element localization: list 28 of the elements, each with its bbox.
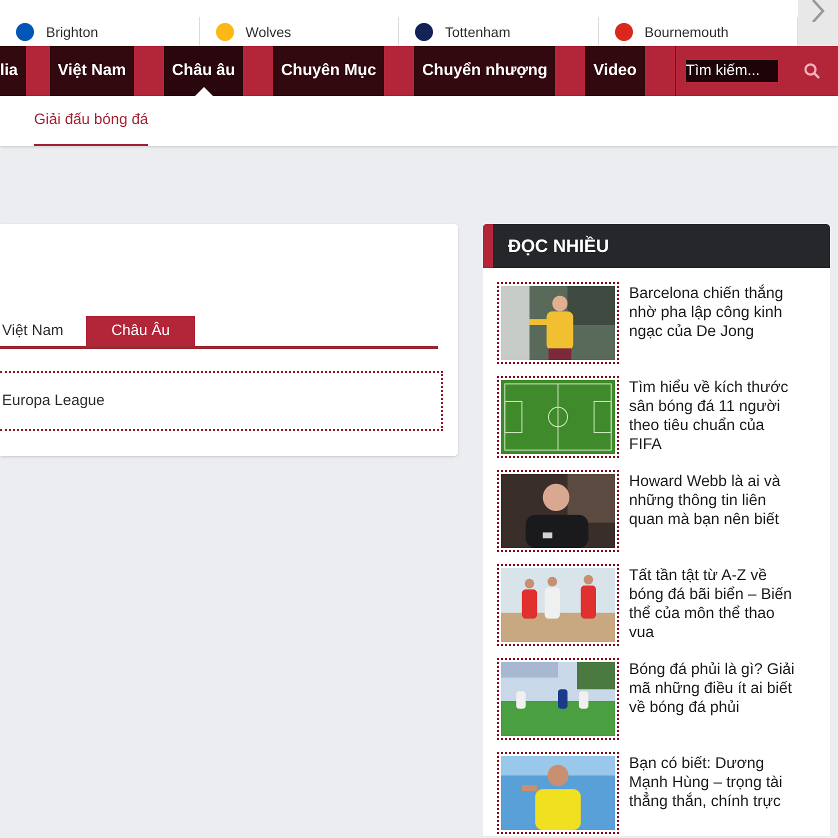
nav-tab[interactable]: Việt Nam (50, 46, 134, 96)
team-link[interactable]: Brighton (46, 22, 98, 42)
nav-tab[interactable]: Chuyển nhượng (414, 46, 556, 96)
article-link[interactable]: Tìm hiểu về kích thước sân bóng đá 11 người theo tiêu chuẩn của FIFA (629, 376, 799, 460)
search-field[interactable]: Tìm kiếm... (686, 60, 778, 82)
article-link[interactable]: Bóng đá phủi là gì? Giải mã những điều ít ai biết về bóng đá phủi (629, 658, 799, 742)
article-link[interactable]: Barcelona chiến thắng nhờ pha lập công kinh ngạc của De Jong (629, 282, 799, 366)
team-link[interactable]: Wolves (246, 22, 292, 42)
team-badge-icon (216, 23, 234, 41)
subnav-tab[interactable]: Giải đấu bóng đá (34, 96, 148, 146)
league-tab[interactable]: Việt Nam (0, 316, 86, 346)
nav-tab[interactable]: lia (0, 46, 26, 96)
team-badge-icon (614, 23, 632, 41)
article-link[interactable]: Howard Webb là ai và những thông tin liên quan mà bạn nên biết (629, 470, 799, 554)
nav-tab[interactable]: Video (585, 46, 645, 96)
article-link[interactable]: Tất tần tật từ A-Z về bóng đá bãi biển – Biến thể của môn thể thao vua (629, 564, 799, 648)
league-item[interactable]: Europa League (0, 371, 443, 431)
team-badge-icon (415, 23, 433, 41)
section-header: ĐỌC NHIỀU (483, 224, 830, 268)
team-link[interactable]: Bournemouth (644, 22, 729, 42)
nav-tab[interactable]: Chuyên Mục (273, 46, 384, 96)
league-tab[interactable]: Châu Âu (86, 316, 195, 346)
chevron-right-icon (811, 0, 825, 22)
nav-tab[interactable]: Châu âu (164, 46, 244, 96)
article-link[interactable]: Bạn có biết: Dương Mạnh Hùng – trọng tài thẳng thắn, chính trực (629, 752, 799, 836)
search-icon (804, 63, 820, 79)
team-link[interactable]: Tottenham (445, 22, 510, 42)
team-badge-icon (16, 23, 34, 41)
